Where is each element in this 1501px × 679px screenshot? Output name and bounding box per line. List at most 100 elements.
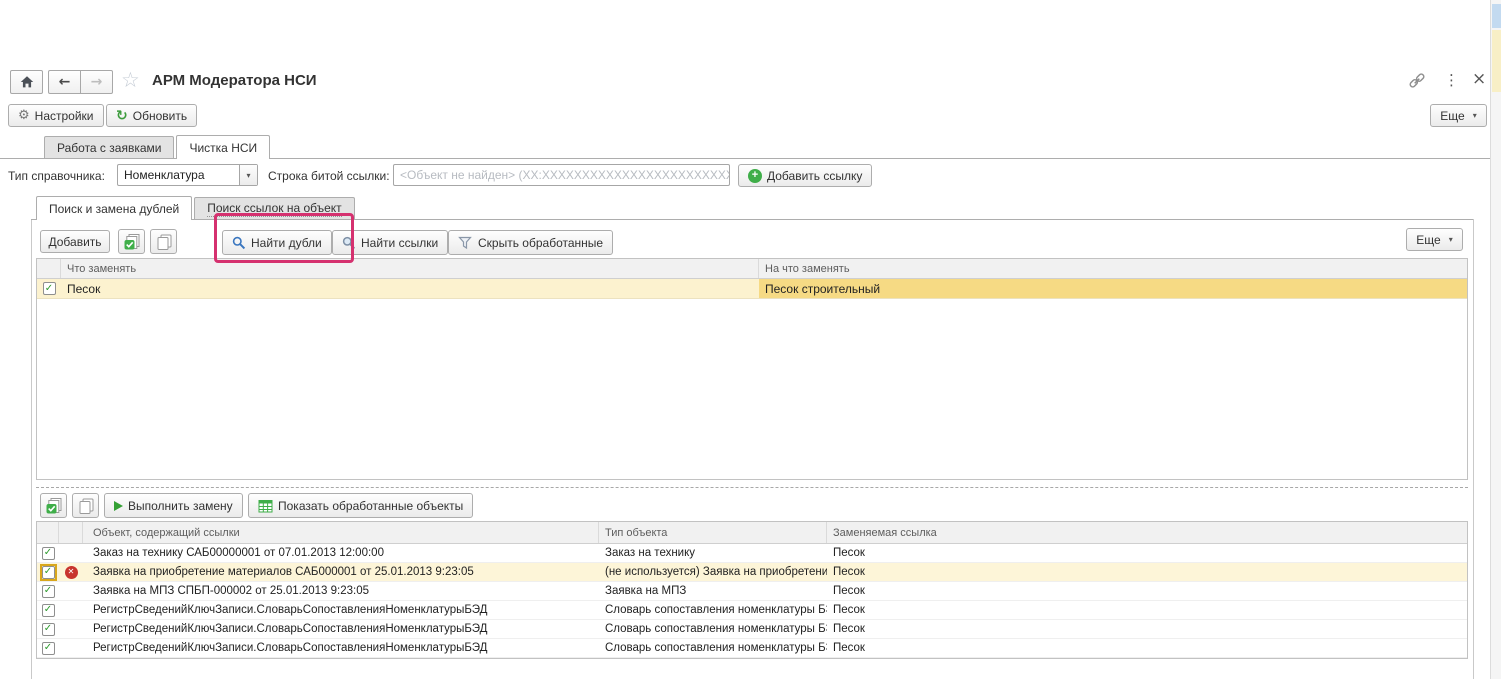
table-row[interactable]: ✓ РегистрСведенийКлючЗаписи.СловарьСопост… xyxy=(37,620,1467,639)
back-button[interactable]: ← xyxy=(48,70,81,94)
header-what-to-replace[interactable]: Что заменять xyxy=(61,259,759,278)
search-links-icon xyxy=(342,236,356,250)
clear-all-flags-icon xyxy=(155,233,173,251)
row-checkbox[interactable]: ✓ xyxy=(41,622,56,637)
main-tabs: Работа с заявками Чистка НСИ xyxy=(44,135,270,159)
add-button[interactable]: Добавить xyxy=(40,230,110,253)
table-row[interactable]: ✓ РегистрСведенийКлючЗаписи.СловарьСопост… xyxy=(37,639,1467,658)
play-icon xyxy=(114,501,123,511)
hide-processed-button[interactable]: Скрыть обработанные xyxy=(448,230,613,255)
duplicates-table-header: Что заменять На что заменять xyxy=(37,259,1467,279)
tab-find-references[interactable]: Поиск ссылок на объект xyxy=(194,197,354,219)
settings-button[interactable]: ⚙ Настройки xyxy=(8,104,104,127)
tab-find-references-label: Поиск ссылок на объект xyxy=(207,201,341,217)
type-cell[interactable]: (не используется) Заявка на приобретение… xyxy=(599,563,827,581)
favorite-star-icon[interactable]: ☆ xyxy=(121,68,140,92)
object-cell[interactable]: Заявка на приобретение материалов САБ000… xyxy=(83,563,599,581)
row-checkbox-cell[interactable]: ✓ xyxy=(37,544,59,562)
page-title: АРМ Модератора НСИ xyxy=(152,72,317,89)
checkbox-checked-icon[interactable]: ✓ xyxy=(43,282,56,295)
search-icon xyxy=(232,236,246,250)
table-row[interactable]: ✓ Заявка на МПЗ СПБП-000002 от 25.01.2013… xyxy=(37,582,1467,601)
header-object-column[interactable]: Объект, содержащий ссылки xyxy=(83,522,599,543)
checkbox-checked-icon: ✓ xyxy=(42,547,55,560)
type-cell[interactable]: Заявка на МПЗ xyxy=(599,582,827,600)
type-cell[interactable]: Словарь сопоставления номенклатуры БЭД xyxy=(599,620,827,638)
replace-with-cell[interactable]: Песок строительный xyxy=(759,279,1467,298)
panel-left-border xyxy=(31,219,32,679)
splitter[interactable] xyxy=(36,487,1468,488)
more-button-top[interactable]: Еще ▾ xyxy=(1430,104,1487,127)
dropdown-button[interactable]: ▾ xyxy=(239,165,257,185)
set-all-flags-button-2[interactable] xyxy=(40,493,67,518)
row-checkbox-cell[interactable]: ✓ xyxy=(37,620,59,638)
table-row[interactable]: ✓ Заказ на технику САБ00000001 от 07.01.2… xyxy=(37,544,1467,563)
table-row[interactable]: ✓ РегистрСведенийКлючЗаписи.СловарьСопост… xyxy=(37,601,1467,620)
catalog-type-select[interactable]: Номенклатура ▾ xyxy=(117,164,258,186)
row-checkbox-cell[interactable]: ✓ xyxy=(37,279,61,298)
tab-requests[interactable]: Работа с заявками xyxy=(44,136,174,158)
broken-link-input[interactable]: <Объект не найден> (XX:XXXXXXXXXXXXXXXXX… xyxy=(393,164,730,186)
object-cell[interactable]: РегистрСведенийКлючЗаписи.СловарьСопоста… xyxy=(83,639,599,657)
table-row[interactable]: ✓✕Заявка на приобретение материалов САБ0… xyxy=(37,563,1467,582)
replaced-link-cell[interactable]: Песок xyxy=(827,620,1467,638)
replaced-link-cell[interactable]: Песок xyxy=(827,582,1467,600)
more-label: Еще xyxy=(1416,233,1440,247)
row-checkbox[interactable]: ✓ xyxy=(40,564,57,581)
home-button[interactable] xyxy=(10,70,43,94)
execute-replace-button[interactable]: Выполнить замену xyxy=(104,493,243,518)
header-status-column[interactable] xyxy=(59,522,83,543)
clear-all-flags-button[interactable] xyxy=(150,229,177,254)
row-checkbox-cell[interactable]: ✓ xyxy=(37,563,59,581)
row-status-cell: ✕ xyxy=(59,563,83,581)
object-cell[interactable]: Заявка на МПЗ СПБП-000002 от 25.01.2013 … xyxy=(83,582,599,600)
row-checkbox[interactable]: ✓ xyxy=(41,641,56,656)
set-all-flags-icon xyxy=(123,233,141,251)
row-checkbox-cell[interactable]: ✓ xyxy=(37,601,59,619)
header-type-column[interactable]: Тип объекта xyxy=(599,522,827,543)
header-link-column[interactable]: Заменяемая ссылка xyxy=(827,522,1467,543)
row-checkbox[interactable]: ✓ xyxy=(41,603,56,618)
object-cell[interactable]: Заказ на технику САБ00000001 от 07.01.20… xyxy=(83,544,599,562)
type-cell[interactable]: Словарь сопоставления номенклатуры БЭД xyxy=(599,601,827,619)
set-all-flags-button[interactable] xyxy=(118,229,145,254)
refresh-button[interactable]: ↻ Обновить xyxy=(106,104,197,127)
find-links-button[interactable]: Найти ссылки xyxy=(332,230,448,255)
row-checkbox[interactable]: ✓ xyxy=(41,584,56,599)
add-link-button[interactable]: + Добавить ссылку xyxy=(738,164,872,187)
type-cell[interactable]: Словарь сопоставления номенклатуры БЭД xyxy=(599,639,827,657)
row-checkbox[interactable]: ✓ xyxy=(41,546,56,561)
header-replace-with[interactable]: На что заменять xyxy=(759,259,1467,278)
get-link-icon[interactable] xyxy=(1408,72,1426,95)
forward-button[interactable]: → xyxy=(80,70,113,94)
close-icon[interactable]: × xyxy=(1472,69,1486,89)
type-cell[interactable]: Заказ на технику xyxy=(599,544,827,562)
panel-right-border xyxy=(1473,219,1474,679)
kebab-menu-icon[interactable]: ⋮ xyxy=(1444,71,1459,89)
chevron-down-icon: ▾ xyxy=(246,171,250,180)
replaced-link-cell[interactable]: Песок xyxy=(827,563,1467,581)
header-select-column[interactable] xyxy=(37,259,61,278)
header-select-column[interactable] xyxy=(37,522,59,543)
show-processed-label: Показать обработанные объекты xyxy=(278,499,463,513)
find-duplicates-button[interactable]: Найти дубли xyxy=(222,230,332,255)
table-row[interactable]: ✓ Песок Песок строительный xyxy=(37,279,1467,299)
clear-all-flags-icon xyxy=(77,497,95,515)
tab-find-duplicates[interactable]: Поиск и замена дублей xyxy=(36,196,192,220)
what-to-replace-cell[interactable]: Песок xyxy=(61,279,759,298)
tab-nsi-cleanup[interactable]: Чистка НСИ xyxy=(176,135,270,159)
object-cell[interactable]: РегистрСведенийКлючЗаписи.СловарьСопоста… xyxy=(83,620,599,638)
row-checkbox-cell[interactable]: ✓ xyxy=(37,582,59,600)
more-button-toolbar[interactable]: Еще ▾ xyxy=(1406,228,1463,251)
clear-all-flags-button-2[interactable] xyxy=(72,493,99,518)
object-cell[interactable]: РегистрСведенийКлючЗаписи.СловарьСопоста… xyxy=(83,601,599,619)
replaced-link-cell[interactable]: Песок xyxy=(827,639,1467,657)
sub-tab-divider xyxy=(31,219,1473,220)
replaced-link-cell[interactable]: Песок xyxy=(827,601,1467,619)
show-processed-button[interactable]: Показать обработанные объекты xyxy=(248,493,473,518)
replaced-link-cell[interactable]: Песок xyxy=(827,544,1467,562)
objects-table-body: ✓ Заказ на технику САБ00000001 от 07.01.2… xyxy=(37,544,1467,658)
row-status-cell xyxy=(59,544,83,562)
row-checkbox-cell[interactable]: ✓ xyxy=(37,639,59,657)
catalog-type-value: Номенклатура xyxy=(118,168,239,182)
